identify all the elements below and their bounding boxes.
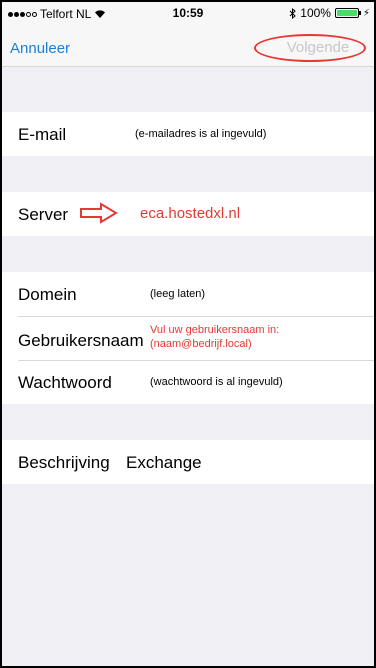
email-row[interactable]: E-mail (e-mailadres is al ingevuld) xyxy=(2,112,374,156)
highlight-circle xyxy=(254,34,366,62)
description-row[interactable]: Beschrijving Exchange xyxy=(2,440,374,484)
domain-note: (leeg laten) xyxy=(150,288,206,300)
charging-icon: ⚡ xyxy=(362,7,370,19)
battery-percent: 100% xyxy=(300,6,331,20)
username-note-line1: Vul uw gebruikersnaam in: xyxy=(150,324,280,336)
domain-label: Domein xyxy=(18,285,77,304)
server-row[interactable]: Server eca.hostedxl.nl xyxy=(2,192,374,236)
domain-row[interactable]: Domein (leeg laten) xyxy=(2,272,374,316)
username-row[interactable]: Gebruikersnaam Vul uw gebruikersnaam in:… xyxy=(2,317,374,360)
password-row[interactable]: Wachtwoord (wachtwoord is al ingevuld) xyxy=(2,361,374,404)
status-right: 100% ⚡ xyxy=(289,6,370,20)
arrow-right-icon xyxy=(80,202,118,224)
email-note: (e-mailadres is al ingevuld) xyxy=(135,128,267,140)
password-label: Wachtwoord xyxy=(18,373,112,392)
username-note-line2: (naam@bedrijf.local) xyxy=(150,338,252,350)
cancel-button[interactable]: Annuleer xyxy=(10,40,70,57)
status-bar: Telfort NL 10:59 100% ⚡ xyxy=(2,2,374,26)
account-group: Domein (leeg laten) Gebruikersnaam Vul u… xyxy=(2,272,374,404)
description-label: Beschrijving xyxy=(18,453,110,472)
next-button[interactable]: Volgende xyxy=(254,34,368,62)
navigation-bar: Annuleer Volgende xyxy=(2,26,374,67)
description-value: Exchange xyxy=(126,453,202,472)
password-note: (wachtwoord is al ingevuld) xyxy=(150,376,283,388)
phone-screen: Telfort NL 10:59 100% ⚡ Annuleer Volgend… xyxy=(0,0,376,668)
username-label: Gebruikersnaam xyxy=(18,331,144,350)
server-label: Server xyxy=(18,205,69,224)
email-label: E-mail xyxy=(18,125,67,144)
battery-icon xyxy=(334,8,361,18)
server-value: eca.hostedxl.nl xyxy=(140,205,241,222)
bluetooth-icon xyxy=(289,7,297,19)
